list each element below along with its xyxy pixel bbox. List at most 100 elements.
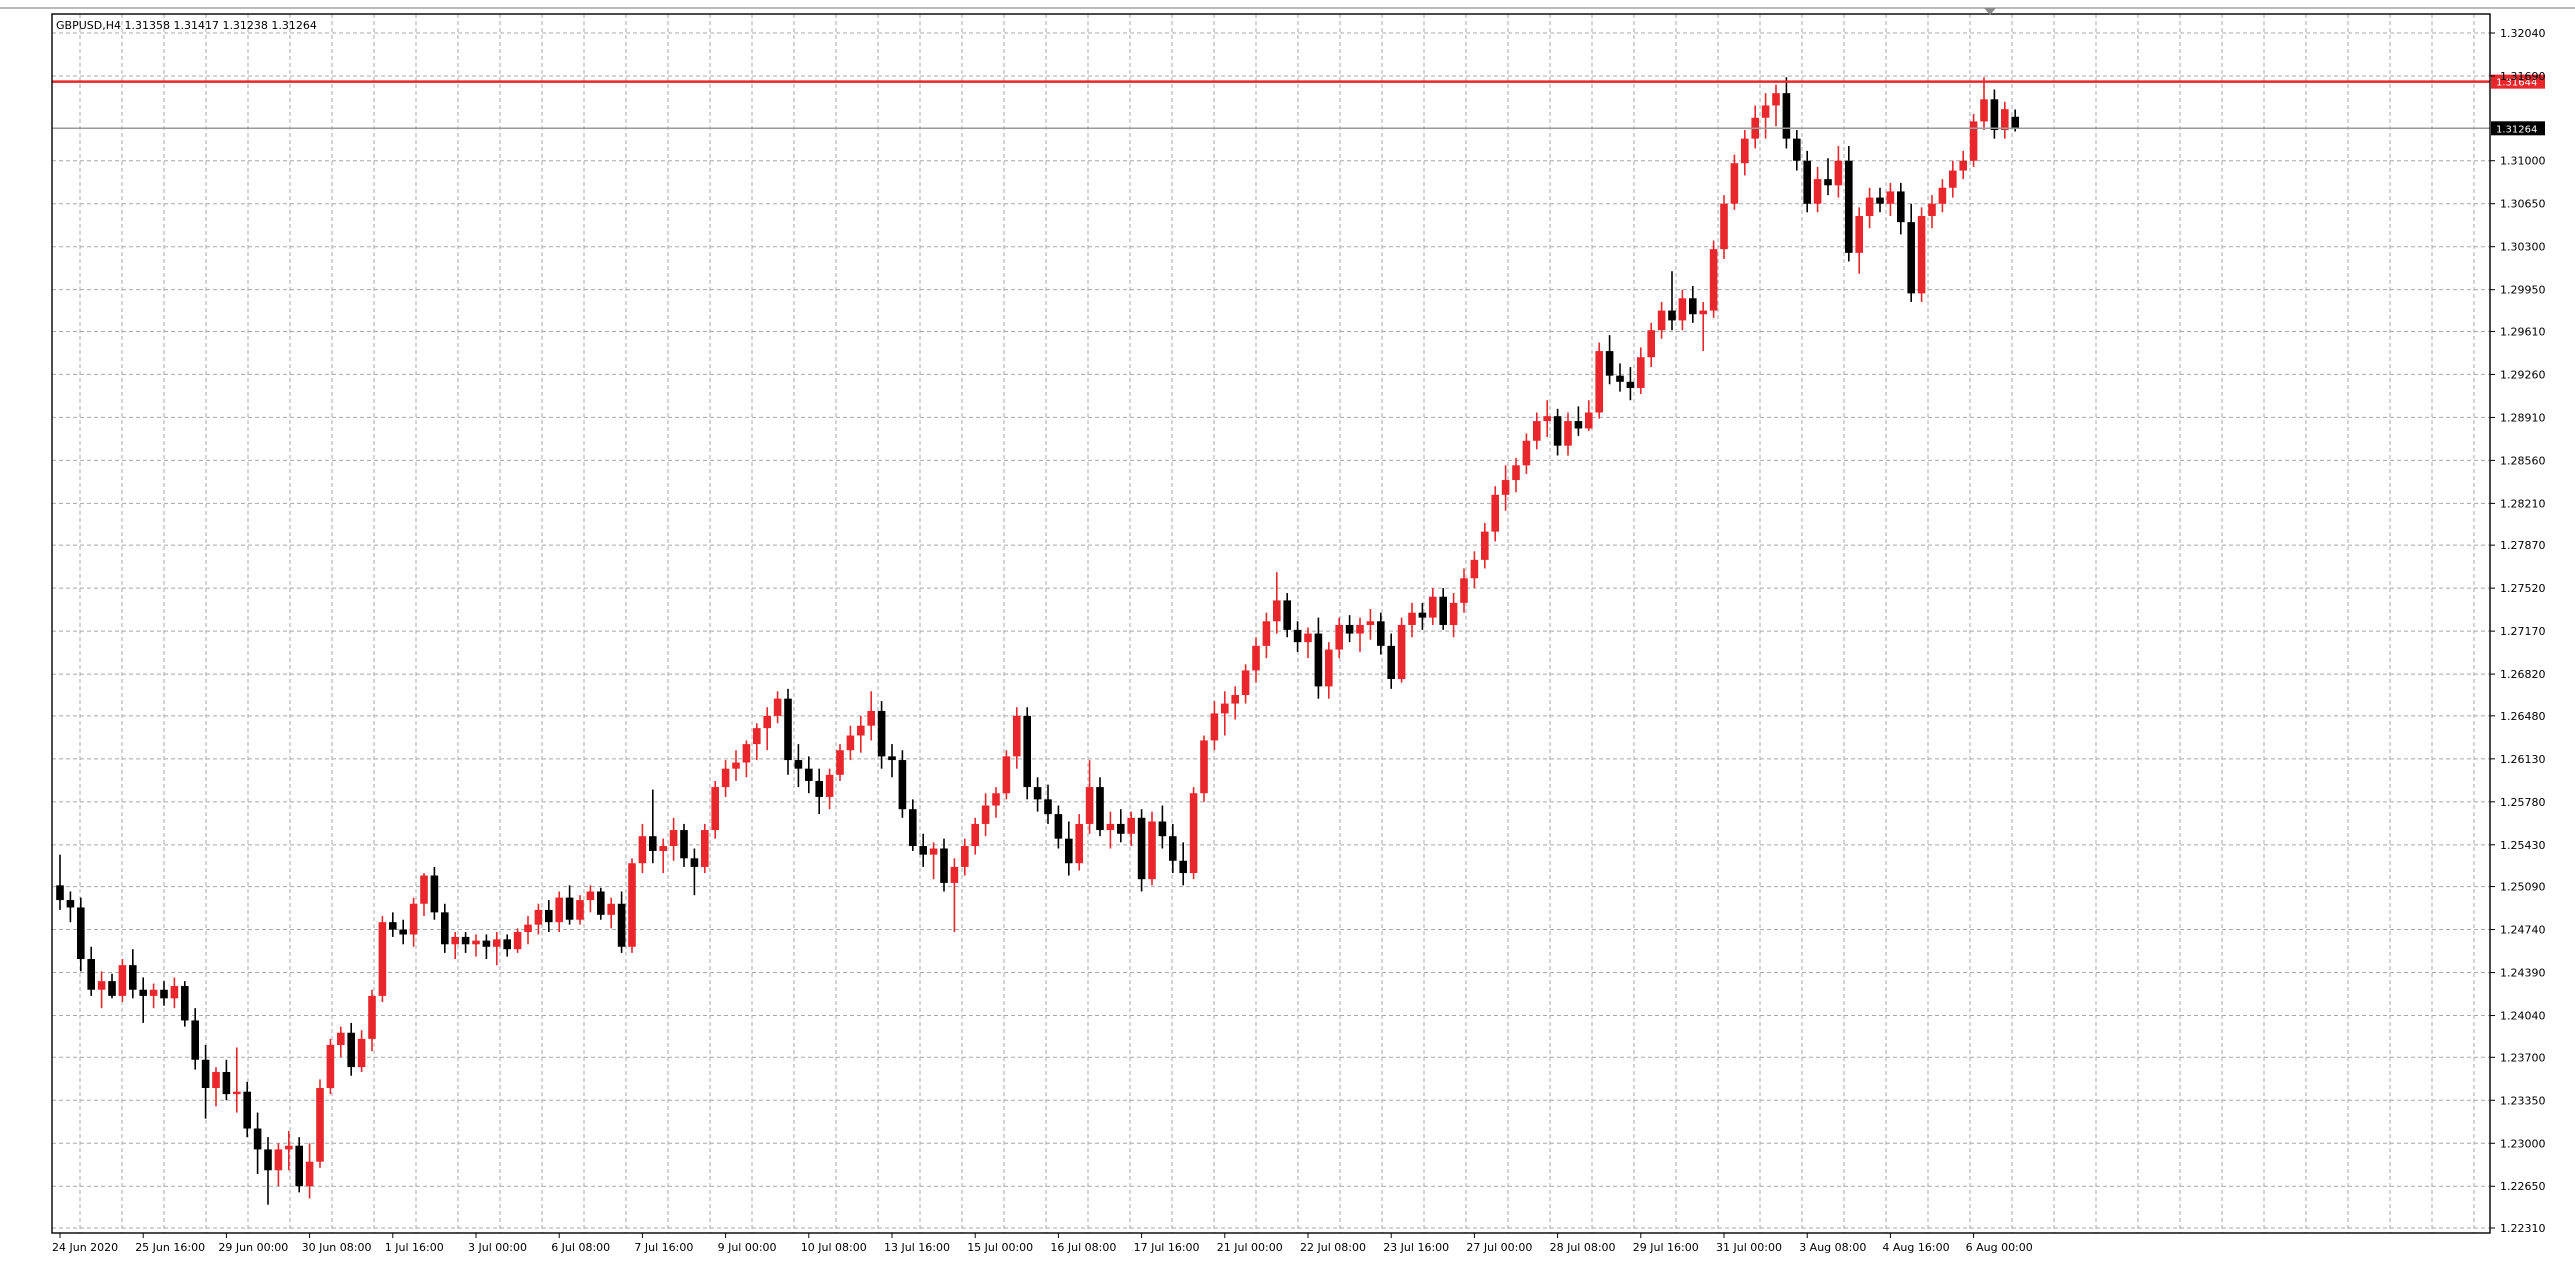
candle: [981, 793, 990, 837]
candle-body: [1793, 138, 1801, 161]
candle: [1345, 615, 1354, 643]
candle: [513, 928, 522, 953]
candle-body: [1699, 310, 1707, 315]
candle: [1595, 342, 1603, 419]
candle-body: [399, 929, 407, 935]
candle-body: [1148, 821, 1156, 880]
candle: [1429, 588, 1437, 625]
x-tick-label: 24 Jun 2020: [52, 1241, 118, 1254]
candle: [1044, 784, 1052, 824]
candle: [846, 725, 855, 761]
candle-body: [191, 1020, 199, 1060]
candle-body: [1158, 821, 1167, 837]
candle: [628, 858, 636, 953]
candle-body: [680, 830, 688, 859]
y-tick-label: 1.30300: [2500, 241, 2546, 254]
x-tick-label: 3 Jul 00:00: [468, 1241, 527, 1254]
candle-body: [1460, 578, 1468, 603]
candle: [815, 768, 823, 815]
candle-body: [1023, 715, 1031, 788]
x-tick-label: 25 Jun 16:00: [135, 1241, 205, 1254]
x-tick-label: 10 Jul 08:00: [801, 1241, 867, 1254]
candle-body: [513, 932, 522, 950]
candle: [1949, 160, 1957, 198]
candle: [1418, 602, 1427, 630]
candle-body: [305, 1161, 314, 1187]
candle-body: [1408, 612, 1416, 625]
candle-body: [1969, 121, 1978, 161]
candle: [1252, 637, 1260, 683]
candle: [399, 919, 407, 945]
candle: [1741, 130, 1749, 176]
candle-body: [1761, 105, 1770, 118]
candle: [680, 823, 688, 867]
candle: [108, 973, 116, 999]
candle: [1314, 617, 1323, 699]
candle-body: [118, 965, 127, 996]
x-tick-label: 9 Jul 00:00: [718, 1241, 777, 1254]
candle-body: [1564, 421, 1572, 446]
candle-body: [846, 735, 855, 751]
candle: [1293, 621, 1302, 652]
candle: [1241, 664, 1250, 704]
candle: [1980, 77, 1988, 131]
candle-body: [97, 981, 106, 990]
candle: [576, 895, 584, 925]
candle-body: [1876, 197, 1884, 204]
candle-body: [253, 1128, 262, 1150]
candle-body: [1439, 596, 1447, 625]
candle: [867, 691, 875, 741]
y-tick-label: 1.25430: [2500, 839, 2546, 852]
y-tick-label: 1.24390: [2500, 967, 2546, 980]
candle: [1481, 523, 1489, 569]
x-tick-label: 22 Jul 08:00: [1300, 1241, 1366, 1254]
candle: [316, 1079, 324, 1168]
time-axis: 24 Jun 2020 25 Jun 16:00 29 Jun 00:00 30 Ju…: [52, 1233, 2033, 1254]
candle-body: [773, 698, 782, 716]
candle: [1408, 602, 1416, 638]
candle: [378, 916, 387, 1003]
candle-body: [1689, 298, 1697, 315]
candle-body: [753, 728, 761, 745]
candle-body: [545, 909, 553, 923]
y-tick-label: 1.32040: [2500, 27, 2546, 40]
x-tick-label: 16 Jul 08:00: [1050, 1241, 1116, 1254]
candle-body: [1855, 215, 1863, 253]
candle-body: [201, 1059, 210, 1088]
candle: [1959, 150, 1967, 180]
candle: [1439, 588, 1447, 630]
candle: [919, 833, 927, 867]
candle-body: [441, 912, 449, 945]
candle: [1699, 301, 1707, 352]
candle-body: [638, 836, 647, 864]
candle-body: [347, 1032, 355, 1068]
candle-body: [1938, 187, 1947, 204]
candle: [659, 838, 667, 874]
x-tick-label: 28 Jul 08:00: [1550, 1241, 1616, 1254]
x-tick-label: 6 Jul 08:00: [551, 1241, 610, 1254]
x-tick-label: 27 Jul 00:00: [1466, 1241, 1532, 1254]
candle: [1221, 691, 1229, 736]
x-tick-label: 1 Jul 16:00: [385, 1241, 444, 1254]
candle: [1075, 814, 1083, 871]
candle-body: [701, 830, 709, 867]
y-tick-label: 1.28560: [2500, 454, 2546, 467]
x-tick-label: 3 Aug 08:00: [1799, 1241, 1866, 1254]
candle-body: [1772, 93, 1780, 106]
candle: [711, 780, 719, 839]
candle: [909, 799, 917, 851]
candle: [1761, 93, 1770, 139]
candle: [1169, 823, 1177, 874]
candle-body: [233, 1091, 241, 1095]
candle-body: [1491, 494, 1499, 532]
candle-body: [1366, 621, 1375, 625]
candle: [420, 873, 428, 917]
candle-body: [1252, 645, 1260, 671]
candle: [1013, 707, 1021, 769]
x-tick-label: 4 Aug 16:00: [1882, 1241, 1949, 1254]
candle-body: [711, 787, 719, 831]
candle: [441, 903, 449, 953]
candle: [77, 897, 85, 972]
candle-body: [295, 1145, 303, 1187]
candle: [1366, 609, 1375, 640]
